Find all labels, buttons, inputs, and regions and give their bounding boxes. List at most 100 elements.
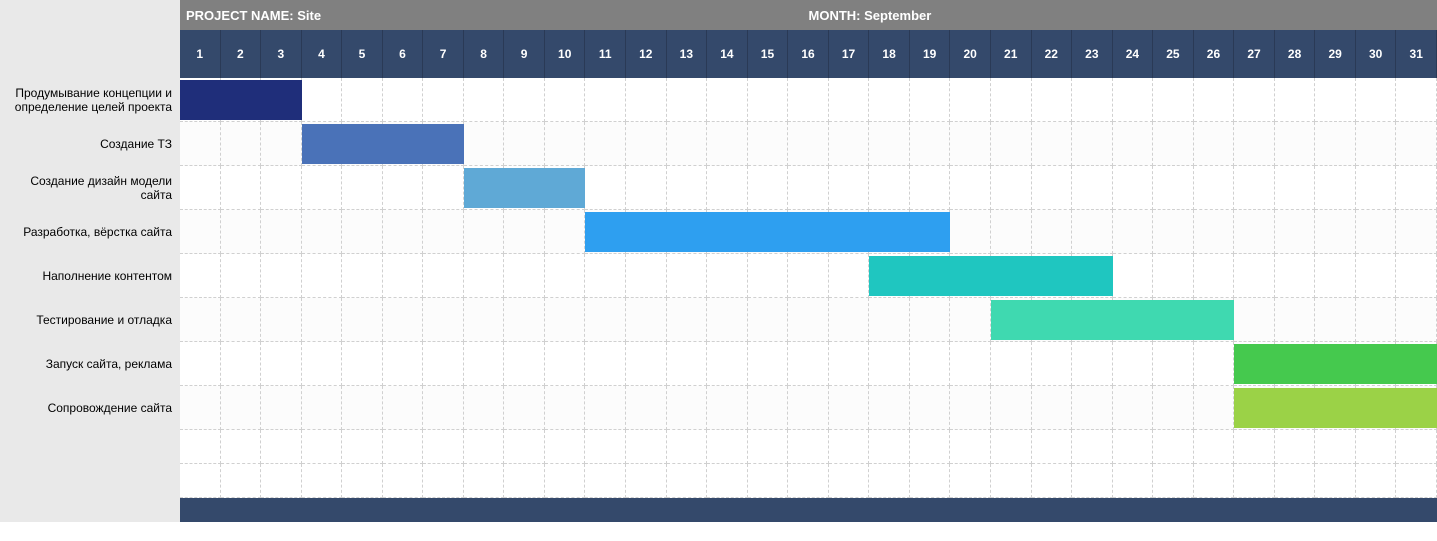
grid-cell (1032, 386, 1073, 430)
month-value: September (864, 8, 931, 23)
grid-cell (261, 254, 302, 298)
grid-cell (1315, 464, 1356, 498)
grid-cell (180, 342, 221, 386)
day-header-cell: 19 (910, 30, 951, 78)
grid-cell (1234, 166, 1275, 210)
grid-cell (829, 166, 870, 210)
grid-cell (707, 430, 748, 464)
grid-cell (464, 122, 505, 166)
grid-cell (545, 254, 586, 298)
grid-cell (504, 78, 545, 122)
grid-cell (504, 122, 545, 166)
grid-cell (221, 254, 262, 298)
grid-cell (950, 166, 991, 210)
grid-cell (869, 298, 910, 342)
grid-cell (585, 386, 626, 430)
grid-cell (626, 122, 667, 166)
grid-cell (1356, 254, 1397, 298)
grid-cell (423, 298, 464, 342)
grid-cell (585, 122, 626, 166)
grid-cell (1032, 210, 1073, 254)
grid-cell (1072, 386, 1113, 430)
grid-cell (1153, 78, 1194, 122)
grid-cell (302, 254, 343, 298)
grid-cell (221, 342, 262, 386)
grid-cell (383, 386, 424, 430)
grid-cell (342, 298, 383, 342)
grid-cell (423, 464, 464, 498)
gantt-bar (1234, 388, 1437, 428)
grid-cell (1315, 166, 1356, 210)
task-row (180, 342, 1437, 386)
grid-cell (829, 122, 870, 166)
grid-cell (707, 298, 748, 342)
task-label: Наполнение контентом (0, 254, 180, 298)
grid-cell (221, 430, 262, 464)
day-header-cell: 3 (261, 30, 302, 78)
grid-cell (1234, 430, 1275, 464)
grid-cell (950, 386, 991, 430)
task-row (180, 122, 1437, 166)
grid-cell (1072, 166, 1113, 210)
grid-cell (626, 254, 667, 298)
grid-cell (950, 122, 991, 166)
day-header-cell: 17 (829, 30, 870, 78)
grid-cell (991, 342, 1032, 386)
grid-cell (545, 464, 586, 498)
grid-cell (667, 386, 708, 430)
task-row (180, 298, 1437, 342)
grid-cell (261, 122, 302, 166)
grid-cell (1194, 122, 1235, 166)
grid-cell (261, 210, 302, 254)
grid-cell (1072, 78, 1113, 122)
gantt-bar (302, 124, 464, 164)
grid-cell (383, 464, 424, 498)
grid-cell (1032, 122, 1073, 166)
grid-cell (991, 430, 1032, 464)
grid-cell (1194, 254, 1235, 298)
grid-cell (383, 298, 424, 342)
grid-cell (788, 166, 829, 210)
grid-cell (1396, 464, 1437, 498)
grid-cell (910, 298, 951, 342)
grid-cell (626, 298, 667, 342)
grid-cell (423, 166, 464, 210)
project-name-header: PROJECT NAME: Site (186, 8, 809, 23)
grid-cell (748, 342, 789, 386)
grid-cell (383, 78, 424, 122)
day-header-cell: 30 (1356, 30, 1397, 78)
month-label: MONTH: (809, 8, 861, 23)
grid-cell (667, 122, 708, 166)
day-header-cell: 7 (423, 30, 464, 78)
grid-cell (1032, 342, 1073, 386)
grid-cell (1194, 78, 1235, 122)
grid-cell (950, 464, 991, 498)
grid-cell (383, 254, 424, 298)
grid-cell (261, 342, 302, 386)
grid-cell (302, 342, 343, 386)
grid-cell (504, 254, 545, 298)
grid-cell (869, 122, 910, 166)
grid-cell (1396, 122, 1437, 166)
grid-cell (545, 386, 586, 430)
grid-cell (302, 166, 343, 210)
grid-cell (1113, 430, 1154, 464)
grid-cell (1356, 210, 1397, 254)
day-header-cell: 6 (383, 30, 424, 78)
grid-cell (748, 122, 789, 166)
grid-cell (788, 430, 829, 464)
grid-cell (1396, 298, 1437, 342)
grid-cell (180, 464, 221, 498)
grid-cell (991, 464, 1032, 498)
grid-cell (1113, 254, 1154, 298)
grid-cell (1275, 298, 1316, 342)
grid-cell (545, 122, 586, 166)
grid-cell (788, 298, 829, 342)
grid-cell (950, 298, 991, 342)
grid-cell (788, 78, 829, 122)
grid-cell (950, 430, 991, 464)
grid-cell (1032, 464, 1073, 498)
day-header-cell: 23 (1072, 30, 1113, 78)
grid-cell (423, 78, 464, 122)
grid-cell (788, 386, 829, 430)
